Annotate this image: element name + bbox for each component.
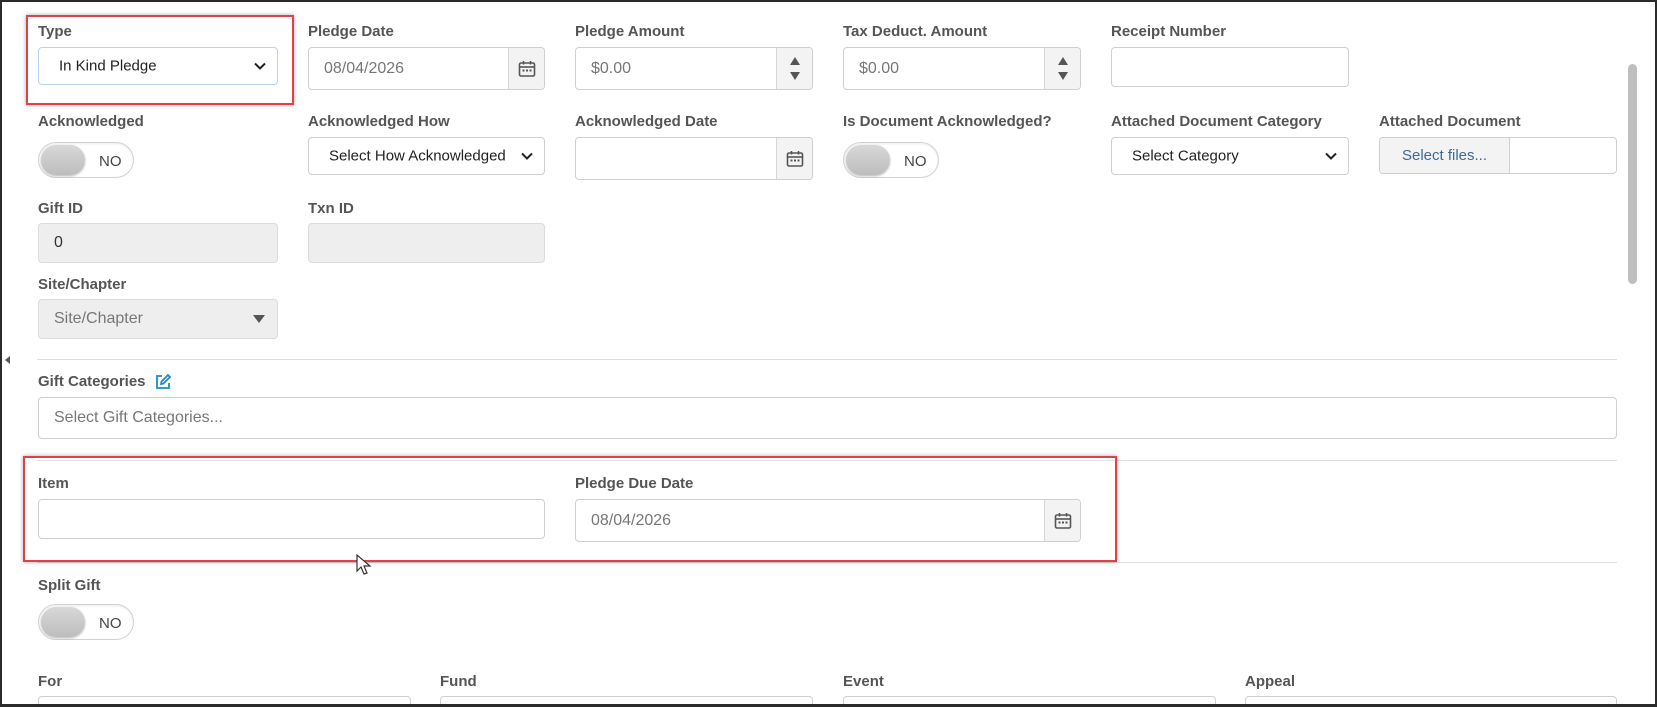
- pledge-amount-label: Pledge Amount: [575, 23, 685, 40]
- receipt-number-input[interactable]: [1111, 47, 1349, 87]
- acknowledged-how-value: Select How Acknowledged: [329, 147, 506, 165]
- event-select[interactable]: [843, 696, 1216, 704]
- collapse-arrow-icon[interactable]: [5, 356, 10, 364]
- for-label: For: [38, 673, 63, 690]
- acknowledged-date-label: Acknowledged Date: [575, 113, 718, 130]
- gift-categories-label-row: Gift Categories: [38, 373, 172, 391]
- tax-deduct-amount-label: Tax Deduct. Amount: [843, 23, 988, 40]
- split-gift-state: NO: [99, 615, 122, 632]
- receipt-number-label: Receipt Number: [1111, 23, 1227, 40]
- decrement-icon[interactable]: [790, 72, 800, 80]
- calendar-icon: [786, 150, 803, 167]
- acknowledged-date-input[interactable]: [575, 137, 813, 180]
- pledge-amount-value: $0.00: [591, 59, 632, 77]
- calendar-icon: [518, 60, 535, 77]
- acknowledged-toggle-state: NO: [99, 153, 122, 170]
- event-label: Event: [843, 673, 884, 690]
- highlight-box-item-due-date: [23, 456, 1117, 562]
- pledge-date-value: 08/04/2026: [324, 59, 405, 77]
- is-document-acknowledged-toggle[interactable]: NO: [843, 142, 939, 178]
- is-document-acknowledged-label: Is Document Acknowledged?: [843, 113, 1052, 130]
- select-files-button[interactable]: Select files...: [1380, 138, 1510, 173]
- divider: [37, 359, 1617, 360]
- increment-icon[interactable]: [790, 57, 800, 65]
- tax-deduct-amount-value: $0.00: [859, 59, 900, 77]
- attached-document-label: Attached Document: [1379, 113, 1521, 130]
- appeal-select[interactable]: [1245, 696, 1617, 704]
- divider: [37, 562, 1617, 563]
- split-gift-toggle[interactable]: NO: [38, 604, 134, 640]
- toggle-knob: [41, 607, 85, 637]
- for-select[interactable]: [38, 696, 411, 704]
- attached-document-category-value: Select Category: [1132, 147, 1239, 165]
- split-gift-label: Split Gift: [38, 577, 101, 594]
- dropdown-arrow-icon: [253, 315, 265, 323]
- is-document-acknowledged-state: NO: [904, 153, 927, 170]
- pledge-amount-input[interactable]: $0.00: [575, 47, 813, 90]
- pledge-date-calendar-button[interactable]: [508, 48, 544, 89]
- chevron-down-icon: [1325, 152, 1337, 160]
- site-chapter-placeholder: Site/Chapter: [54, 310, 143, 327]
- mouse-cursor-icon: [356, 554, 372, 575]
- acknowledged-how-select[interactable]: Select How Acknowledged: [308, 137, 545, 175]
- fund-label: Fund: [440, 673, 477, 690]
- pledge-date-label: Pledge Date: [308, 23, 394, 40]
- toggle-knob: [846, 145, 890, 175]
- acknowledged-date-calendar-button[interactable]: [776, 138, 812, 179]
- pledge-date-input[interactable]: 08/04/2026: [308, 47, 545, 90]
- gift-id-label: Gift ID: [38, 200, 83, 217]
- toggle-knob: [41, 145, 85, 175]
- form-frame: Type In Kind Pledge Pledge Date 08/04/20…: [0, 0, 1657, 707]
- gift-id-input: 0: [38, 223, 278, 263]
- pledge-amount-spinner[interactable]: [776, 48, 812, 89]
- gift-id-value: 0: [54, 234, 63, 251]
- fund-select[interactable]: [440, 696, 813, 704]
- attached-document-category-label: Attached Document Category: [1111, 113, 1322, 130]
- tax-deduct-amount-spinner[interactable]: [1044, 48, 1080, 89]
- tax-deduct-amount-input[interactable]: $0.00: [843, 47, 1081, 90]
- acknowledged-how-label: Acknowledged How: [308, 113, 450, 130]
- acknowledged-toggle[interactable]: NO: [38, 142, 134, 178]
- txn-id-input: [308, 223, 545, 263]
- txn-id-label: Txn ID: [308, 200, 354, 217]
- chevron-down-icon: [521, 152, 533, 160]
- edit-icon[interactable]: [154, 373, 172, 391]
- attached-document-category-select[interactable]: Select Category: [1111, 137, 1349, 175]
- appeal-label: Appeal: [1245, 673, 1296, 690]
- decrement-icon[interactable]: [1058, 72, 1068, 80]
- increment-icon[interactable]: [1058, 57, 1068, 65]
- acknowledged-label: Acknowledged: [38, 113, 144, 130]
- gift-categories-input[interactable]: Select Gift Categories...: [38, 397, 1617, 439]
- attached-document-upload[interactable]: Select files...: [1379, 137, 1617, 174]
- gift-categories-label: Gift Categories: [38, 373, 146, 390]
- gift-categories-placeholder: Select Gift Categories...: [54, 409, 223, 426]
- site-chapter-label: Site/Chapter: [38, 276, 127, 293]
- highlight-box-type: [26, 15, 294, 105]
- vertical-scrollbar[interactable]: [1628, 64, 1637, 284]
- site-chapter-select[interactable]: Site/Chapter: [38, 299, 278, 339]
